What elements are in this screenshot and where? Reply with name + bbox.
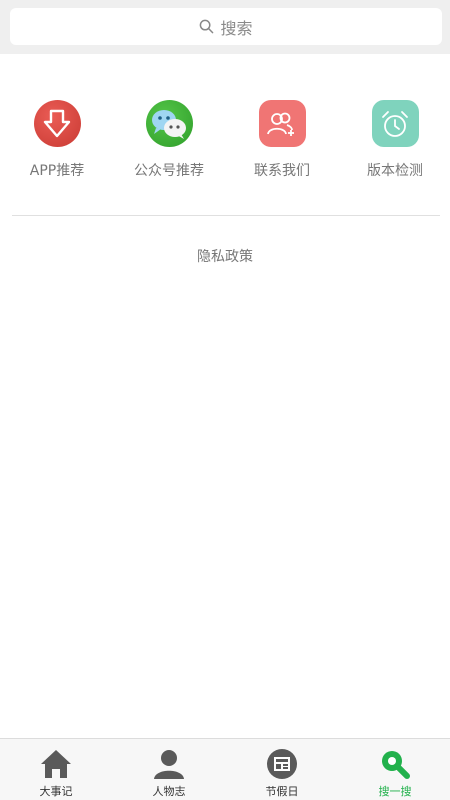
wechat-icon xyxy=(145,100,193,147)
search-icon xyxy=(200,19,214,34)
search-input[interactable]: 搜索 xyxy=(10,8,442,45)
feature-wechat-recommend[interactable]: 公众号推荐 xyxy=(113,100,225,186)
person-icon xyxy=(152,747,186,781)
search-icon xyxy=(378,747,412,781)
tab-people[interactable]: 人物志 xyxy=(113,739,225,800)
search-placeholder: 搜索 xyxy=(220,18,253,38)
feature-label: 联系我们 xyxy=(254,163,310,179)
bottom-tab-bar: 大事记 人物志 节假日 搜一搜 xyxy=(0,738,450,800)
home-icon xyxy=(39,747,73,781)
tab-label: 节假日 xyxy=(265,785,299,798)
tab-label: 人物志 xyxy=(152,785,186,798)
divider xyxy=(12,215,440,216)
feature-label: 公众号推荐 xyxy=(134,163,204,179)
feature-app-recommend[interactable]: APP推荐 xyxy=(1,100,113,186)
feature-label: APP推荐 xyxy=(29,163,85,179)
tab-label: 搜一搜 xyxy=(378,785,412,798)
feature-label: 版本检测 xyxy=(367,163,423,179)
download-icon xyxy=(33,100,81,147)
feature-contact-us[interactable]: 联系我们 xyxy=(226,100,338,186)
feature-version-check[interactable]: 版本检测 xyxy=(339,100,450,186)
tab-label: 大事记 xyxy=(39,785,73,798)
alarm-clock-icon xyxy=(371,100,419,147)
search-area: 搜索 xyxy=(0,0,450,54)
tab-holidays[interactable]: 节假日 xyxy=(226,739,338,800)
tab-search[interactable]: 搜一搜 xyxy=(339,739,450,800)
calendar-icon xyxy=(265,747,299,781)
feature-grid: APP推荐 公众号推荐 联系我们 版本检测 xyxy=(0,100,450,186)
privacy-policy-link[interactable]: 隐私政策 xyxy=(0,246,450,266)
add-contact-icon xyxy=(258,100,306,147)
tab-events[interactable]: 大事记 xyxy=(0,739,112,800)
